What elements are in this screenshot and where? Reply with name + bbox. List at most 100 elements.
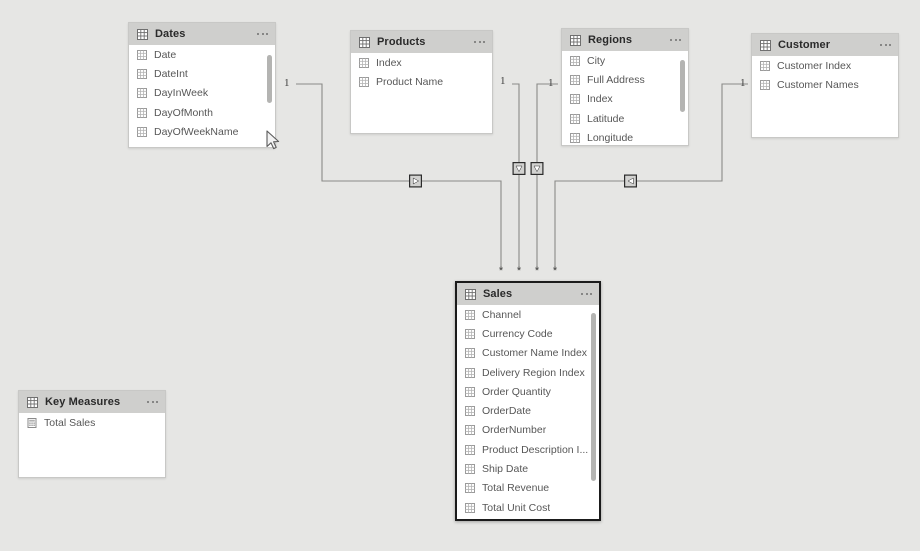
field-row[interactable]: Total Unit Cost bbox=[457, 498, 599, 517]
table-title: Customer bbox=[778, 39, 831, 51]
field-row[interactable]: Customer Names bbox=[752, 75, 898, 94]
arrow-right-icon bbox=[409, 174, 422, 188]
table-scrollbar-sales[interactable] bbox=[591, 313, 596, 481]
field-row[interactable]: DayOfWeekName bbox=[129, 122, 275, 141]
ellipsis-menu-icon[interactable] bbox=[251, 33, 268, 35]
field-row[interactable]: DayOfMonth bbox=[129, 103, 275, 122]
column-icon bbox=[465, 425, 475, 436]
column-icon bbox=[570, 132, 580, 143]
column-icon bbox=[465, 502, 475, 513]
field-label: Longitude bbox=[587, 131, 634, 144]
relationship-regions-sales[interactable]: * bbox=[530, 83, 559, 277]
field-row[interactable]: OrderNumber bbox=[457, 421, 599, 440]
field-label: Order Quantity bbox=[482, 385, 551, 398]
field-row[interactable]: Longitude bbox=[562, 128, 688, 145]
field-row[interactable]: Total Revenue bbox=[457, 479, 599, 498]
field-label: Date bbox=[154, 48, 177, 61]
field-row[interactable]: Customer Index bbox=[752, 56, 898, 75]
field-row[interactable]: Index bbox=[562, 90, 688, 109]
arrow-left-icon bbox=[624, 174, 637, 188]
arrow-down-icon bbox=[530, 162, 544, 175]
table-fields-regions[interactable]: City Full Address Index Latitude Longitu… bbox=[562, 51, 688, 145]
field-row[interactable]: Product Name bbox=[351, 72, 492, 91]
column-icon bbox=[465, 464, 475, 475]
field-row[interactable]: Ship Date bbox=[457, 459, 599, 478]
field-label: Product Description I... bbox=[482, 443, 589, 456]
table-title: Sales bbox=[483, 288, 513, 300]
field-row[interactable]: DayInWeek bbox=[129, 84, 275, 103]
table-fields-dates[interactable]: Date DateInt DayInWeek DayOfMonth DayOfW… bbox=[129, 45, 275, 147]
table-scrollbar-regions[interactable] bbox=[680, 60, 685, 112]
table-card-key-measures[interactable]: Key Measures Total Sales bbox=[18, 390, 166, 478]
field-row[interactable]: Latitude bbox=[562, 109, 688, 128]
field-row[interactable]: OrderDate bbox=[457, 401, 599, 420]
table-header-products[interactable]: Products bbox=[351, 31, 492, 53]
ellipsis-menu-icon[interactable] bbox=[874, 44, 891, 46]
table-header-sales[interactable]: Sales bbox=[457, 283, 599, 305]
table-scrollbar-dates[interactable] bbox=[267, 55, 272, 103]
field-row[interactable]: Full Address bbox=[562, 70, 688, 89]
field-row[interactable]: Total Sales bbox=[19, 413, 165, 432]
field-row[interactable]: Index bbox=[351, 53, 492, 72]
field-row[interactable]: Product Description I... bbox=[457, 440, 599, 459]
table-header-customer[interactable]: Customer bbox=[752, 34, 898, 56]
field-label: Full Address bbox=[587, 73, 645, 86]
field-label: DayOfMonth bbox=[154, 106, 213, 119]
table-card-sales[interactable]: Sales Channel Currency Code Customer Nam… bbox=[455, 281, 601, 521]
field-label: DayOfWeekName bbox=[154, 125, 239, 138]
field-row[interactable]: Currency Code bbox=[457, 324, 599, 343]
column-icon bbox=[570, 74, 580, 85]
table-header-dates[interactable]: Dates bbox=[129, 23, 275, 45]
column-icon bbox=[570, 94, 580, 105]
ellipsis-menu-icon[interactable] bbox=[664, 39, 681, 41]
arrow-down-icon bbox=[512, 162, 526, 175]
table-title: Dates bbox=[155, 28, 186, 40]
table-card-regions[interactable]: Regions City Full Address Index Latitude… bbox=[561, 28, 689, 146]
table-icon bbox=[27, 396, 38, 408]
field-label: Channel bbox=[482, 308, 522, 321]
field-row[interactable]: Channel bbox=[457, 305, 599, 324]
column-icon bbox=[570, 113, 580, 124]
table-fields-customer[interactable]: Customer Index Customer Names bbox=[752, 56, 898, 137]
table-icon bbox=[760, 39, 771, 51]
table-icon bbox=[465, 288, 476, 300]
column-icon bbox=[137, 88, 147, 99]
table-fields-products[interactable]: Index Product Name bbox=[351, 53, 492, 133]
field-row[interactable]: DateInt bbox=[129, 64, 275, 83]
field-label: Total Revenue bbox=[482, 482, 550, 495]
cardinality-label-customer: 1 bbox=[740, 77, 746, 89]
field-row[interactable]: Date bbox=[129, 45, 275, 64]
table-fields-key-measures[interactable]: Total Sales bbox=[19, 413, 165, 477]
ellipsis-menu-icon[interactable] bbox=[141, 401, 158, 403]
field-label: Index bbox=[587, 93, 613, 106]
table-title: Key Measures bbox=[45, 396, 121, 408]
column-icon bbox=[465, 309, 475, 320]
field-row[interactable]: City bbox=[562, 51, 688, 70]
field-row[interactable]: Order Quantity bbox=[457, 382, 599, 401]
column-icon bbox=[760, 79, 770, 90]
table-header-regions[interactable]: Regions bbox=[562, 29, 688, 51]
table-title: Products bbox=[377, 36, 426, 48]
cardinality-label-products: 1 bbox=[500, 75, 506, 87]
measure-icon bbox=[27, 417, 37, 428]
table-card-customer[interactable]: Customer Customer Index Customer Names bbox=[751, 33, 899, 138]
field-label: Currency Code bbox=[482, 327, 553, 340]
table-icon bbox=[137, 28, 148, 40]
model-diagram-canvas[interactable]: * * * * 1 1 1 1 Dates Date DateInt DayIn… bbox=[0, 0, 920, 551]
field-label: Delivery Region Index bbox=[482, 366, 585, 379]
field-row[interactable]: Delivery Region Index bbox=[457, 363, 599, 382]
relationship-products-sales[interactable]: * bbox=[512, 83, 526, 277]
many-marker: * bbox=[499, 265, 504, 277]
table-header-key-measures[interactable]: Key Measures bbox=[19, 391, 165, 413]
field-row[interactable]: Customer Name Index bbox=[457, 344, 599, 363]
ellipsis-menu-icon[interactable] bbox=[468, 41, 485, 43]
ellipsis-menu-icon[interactable] bbox=[575, 293, 592, 295]
table-card-products[interactable]: Products Index Product Name bbox=[350, 30, 493, 134]
field-label: Customer Name Index bbox=[482, 347, 588, 360]
table-fields-sales[interactable]: Channel Currency Code Customer Name Inde… bbox=[457, 305, 599, 519]
column-icon bbox=[137, 107, 147, 118]
field-label: DayInWeek bbox=[154, 87, 209, 100]
table-card-dates[interactable]: Dates Date DateInt DayInWeek DayOfMonth … bbox=[128, 22, 276, 148]
field-label: OrderDate bbox=[482, 405, 532, 418]
field-label: Total Sales bbox=[44, 416, 96, 429]
